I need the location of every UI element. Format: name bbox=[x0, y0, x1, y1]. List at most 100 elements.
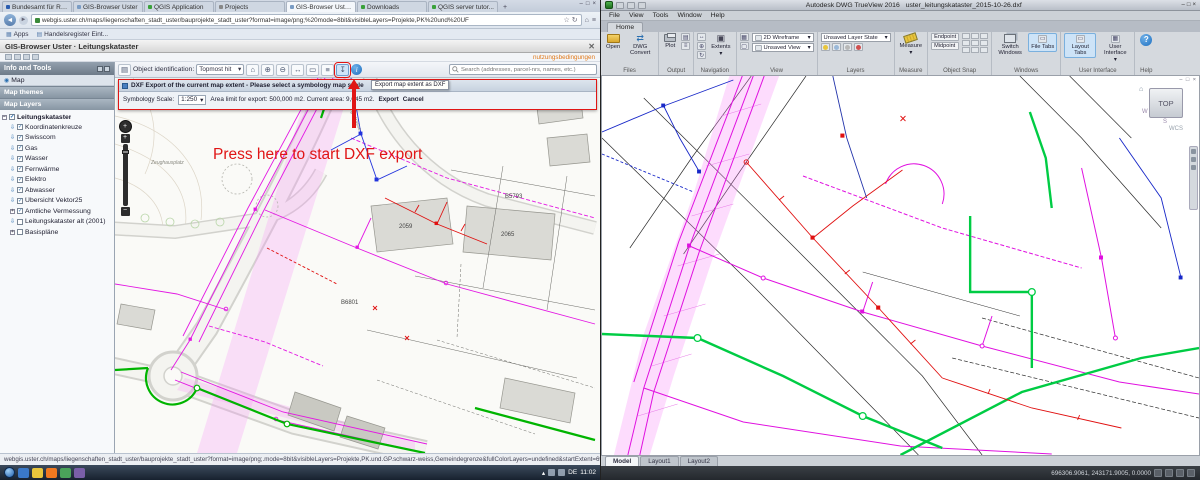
gis-map-canvas[interactable]: B5793 2059 2065 B6801 Zeughausplatz Bürg… bbox=[115, 78, 600, 453]
status-toggle-icon[interactable] bbox=[1154, 469, 1162, 477]
layer-item[interactable]: ⇩✓Elektro bbox=[2, 175, 114, 186]
snap-icon[interactable] bbox=[980, 47, 988, 53]
panel-close-icon[interactable]: ✕ bbox=[588, 42, 595, 51]
tab-model[interactable]: Model bbox=[605, 456, 639, 466]
search-input[interactable] bbox=[461, 67, 594, 73]
tab-layout2[interactable]: Layout2 bbox=[680, 456, 718, 466]
status-toggle-icon[interactable] bbox=[1165, 469, 1173, 477]
layer-checkbox[interactable]: ✓ bbox=[17, 166, 23, 172]
orbit-icon[interactable]: ↻ bbox=[697, 51, 706, 59]
explorer-icon[interactable] bbox=[32, 468, 43, 478]
plot-button[interactable]: Plot bbox=[662, 33, 678, 50]
object-id-select[interactable]: Topmost hit▾ bbox=[196, 64, 244, 75]
snap-icon[interactable] bbox=[971, 33, 979, 39]
new-tab-button[interactable]: + bbox=[499, 2, 511, 12]
expand-plus-icon[interactable]: + bbox=[10, 209, 15, 214]
snap-icon[interactable] bbox=[962, 47, 970, 53]
download-icon[interactable]: ⇩ bbox=[10, 134, 15, 141]
minimize-icon[interactable]: – bbox=[580, 1, 583, 7]
layer-lock-icon[interactable] bbox=[843, 43, 852, 51]
download-icon[interactable]: ⇩ bbox=[10, 197, 15, 204]
zoom-in-button[interactable]: + bbox=[121, 134, 130, 143]
snap-icon[interactable] bbox=[980, 40, 988, 46]
reload-icon[interactable]: ↻ bbox=[572, 16, 578, 24]
qat-undo-icon[interactable] bbox=[638, 2, 646, 9]
expand-plus-icon[interactable]: + bbox=[10, 230, 15, 235]
layer-item[interactable]: ⇩✓Übersicht Vektor25 bbox=[2, 196, 114, 207]
layer-checkbox[interactable]: ✓ bbox=[17, 135, 23, 141]
snap-icon[interactable] bbox=[962, 40, 970, 46]
map-tab[interactable]: ◉ Map bbox=[0, 75, 114, 86]
cad-drawing-area[interactable]: – □ × ⌂ TOP W S WCS bbox=[601, 76, 1200, 455]
browser-tab-active[interactable]: GIS-Browser Uster: bbox=[286, 1, 356, 12]
download-icon[interactable]: ⇩ bbox=[10, 187, 15, 194]
tray-icon[interactable] bbox=[558, 469, 565, 476]
share-icon[interactable] bbox=[23, 54, 30, 60]
home-icon[interactable]: ⌂ bbox=[585, 17, 589, 24]
zoom-in-icon[interactable]: ⊕ bbox=[261, 64, 274, 76]
bookmark-item[interactable]: ▦Apps bbox=[6, 31, 29, 38]
menu-tools[interactable]: Tools bbox=[653, 12, 669, 19]
zoom-extents-button[interactable]: ▣Extents▾ bbox=[709, 33, 732, 58]
clock[interactable]: 11:02 bbox=[580, 469, 596, 476]
map-layers-header[interactable]: Map Layers bbox=[0, 98, 114, 110]
forward-button[interactable]: ► bbox=[19, 16, 28, 25]
pan-pad[interactable]: + bbox=[119, 120, 132, 133]
qat-plot-icon[interactable] bbox=[627, 2, 635, 9]
browser-tab[interactable]: Downloads bbox=[357, 1, 427, 12]
preview-icon[interactable]: ▤ bbox=[681, 33, 690, 41]
layer-state-select[interactable]: Unsaved Layer State▾ bbox=[821, 33, 891, 42]
layer-item[interactable]: ⇩✓Gas bbox=[2, 143, 114, 154]
qgis-icon[interactable] bbox=[60, 468, 71, 478]
print-icon[interactable] bbox=[5, 54, 12, 60]
measure-button[interactable]: Measure▾ bbox=[898, 33, 925, 57]
menu-icon[interactable]: ≡ bbox=[592, 17, 596, 24]
bookmark-item[interactable]: ▤Handelsregister Eint... bbox=[37, 31, 109, 38]
maximize-icon[interactable]: □ bbox=[586, 1, 590, 7]
map-search-box[interactable] bbox=[449, 64, 597, 75]
zoom-extent-icon[interactable]: ⌂ bbox=[246, 64, 259, 76]
visual-style-select[interactable]: 2D Wireframe▾ bbox=[752, 33, 814, 42]
cancel-button[interactable]: Cancel bbox=[403, 96, 424, 103]
tab-home[interactable]: Home bbox=[607, 22, 643, 32]
browser-tab[interactable]: GIS-Browser Uster bbox=[73, 1, 143, 12]
zoom-out-icon[interactable]: ⊖ bbox=[276, 64, 289, 76]
layer-checkbox[interactable]: ✓ bbox=[9, 114, 15, 120]
qat-open-icon[interactable] bbox=[616, 2, 624, 9]
zoom-out-button[interactable]: − bbox=[121, 207, 130, 216]
download-icon[interactable]: ⇩ bbox=[10, 218, 15, 225]
trueview-logo-icon[interactable] bbox=[605, 1, 613, 9]
tray-icon[interactable] bbox=[548, 469, 555, 476]
ie-icon[interactable] bbox=[18, 468, 29, 478]
layer-item[interactable]: ⇩✓Wasser bbox=[2, 154, 114, 165]
menu-window[interactable]: Window bbox=[677, 12, 701, 19]
endpoint-snap-button[interactable]: Endpoint bbox=[931, 33, 959, 41]
scale-select[interactable]: 1:250▾ bbox=[178, 95, 206, 105]
switch-windows-button[interactable]: Switch Windows bbox=[995, 33, 1025, 57]
layer-item[interactable]: ⇩✓Fernwärme bbox=[2, 164, 114, 175]
navbar-icon[interactable] bbox=[1191, 149, 1196, 154]
layer-item[interactable]: ⇩✓Swisscom bbox=[2, 133, 114, 144]
menu-help[interactable]: Help bbox=[711, 12, 725, 19]
status-toggle-icon[interactable] bbox=[1176, 469, 1184, 477]
viewcube-face[interactable]: TOP bbox=[1158, 99, 1173, 108]
collapse-minus-icon[interactable]: − bbox=[2, 115, 7, 120]
user-interface-dropdown[interactable]: ▦User Interface▾ bbox=[1099, 33, 1131, 65]
layer-tree-root[interactable]: − ✓ Leitungskataster bbox=[2, 112, 114, 122]
start-button[interactable] bbox=[4, 467, 15, 478]
navigation-bar[interactable] bbox=[1189, 146, 1198, 210]
pan-icon[interactable]: ↔ bbox=[697, 33, 706, 41]
layer-item[interactable]: ⇩✓Koordinatenkreuze bbox=[2, 122, 114, 133]
view-icon[interactable]: ▦ bbox=[740, 33, 749, 41]
close-icon[interactable]: × bbox=[592, 1, 596, 7]
viewcube-west[interactable]: W bbox=[1142, 109, 1148, 115]
help-icon[interactable] bbox=[32, 54, 39, 60]
map-themes-header[interactable]: Map themes bbox=[0, 86, 114, 98]
midpoint-snap-button[interactable]: Midpoint bbox=[931, 42, 959, 50]
layer-item[interactable]: +✓Amtliche Vermessung bbox=[2, 206, 114, 217]
download-icon[interactable]: ⇩ bbox=[10, 176, 15, 183]
layer-checkbox[interactable] bbox=[17, 219, 23, 225]
open-button[interactable]: Open bbox=[604, 33, 622, 51]
layout-tabs-toggle[interactable]: ▭Layout Tabs bbox=[1064, 33, 1096, 58]
browser-tab[interactable]: QGIS server tutor... bbox=[428, 1, 498, 12]
